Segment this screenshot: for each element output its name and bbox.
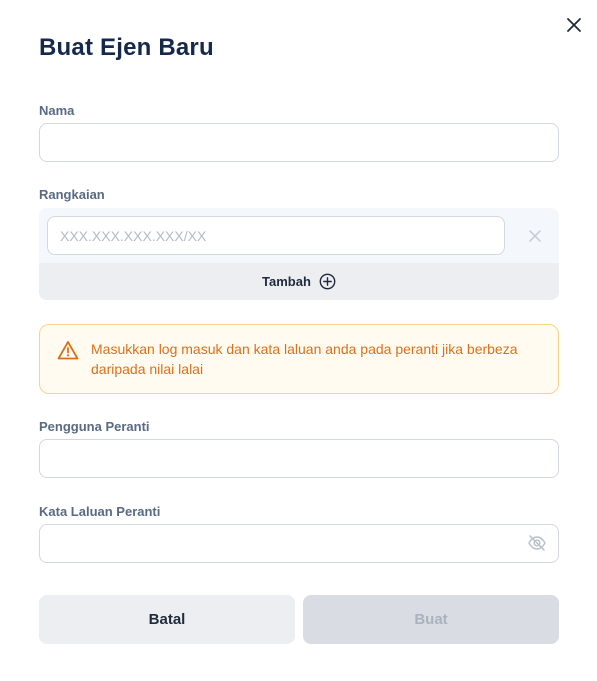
range-clear-button[interactable] [525, 226, 545, 246]
name-input[interactable] [39, 123, 559, 162]
warning-triangle-icon [57, 341, 79, 360]
add-range-button[interactable]: Tambah [39, 263, 559, 300]
close-icon [529, 230, 541, 242]
device-user-label: Pengguna Peranti [39, 419, 150, 434]
device-user-input[interactable] [39, 439, 559, 478]
toggle-password-visibility-button[interactable] [527, 533, 547, 553]
device-password-input[interactable] [39, 524, 559, 563]
range-input[interactable] [47, 216, 505, 255]
range-group: Tambah [39, 208, 559, 300]
eye-off-icon [528, 535, 546, 551]
close-icon [567, 18, 581, 32]
device-password-label: Kata Laluan Peranti [39, 504, 161, 519]
close-button[interactable] [562, 13, 586, 37]
name-label: Nama [39, 103, 75, 118]
create-agent-dialog: Buat Ejen Baru Nama Rangkaian Tambah Mas… [0, 0, 597, 681]
add-range-label: Tambah [262, 274, 311, 289]
create-button[interactable]: Buat [303, 595, 559, 644]
warning-alert: Masukkan log masuk dan kata laluan anda … [39, 324, 559, 394]
cancel-button[interactable]: Batal [39, 595, 295, 644]
dialog-title: Buat Ejen Baru [39, 34, 214, 61]
warning-text: Masukkan log masuk dan kata laluan anda … [91, 341, 518, 377]
plus-circle-icon [319, 273, 336, 290]
range-label: Rangkaian [39, 187, 105, 202]
